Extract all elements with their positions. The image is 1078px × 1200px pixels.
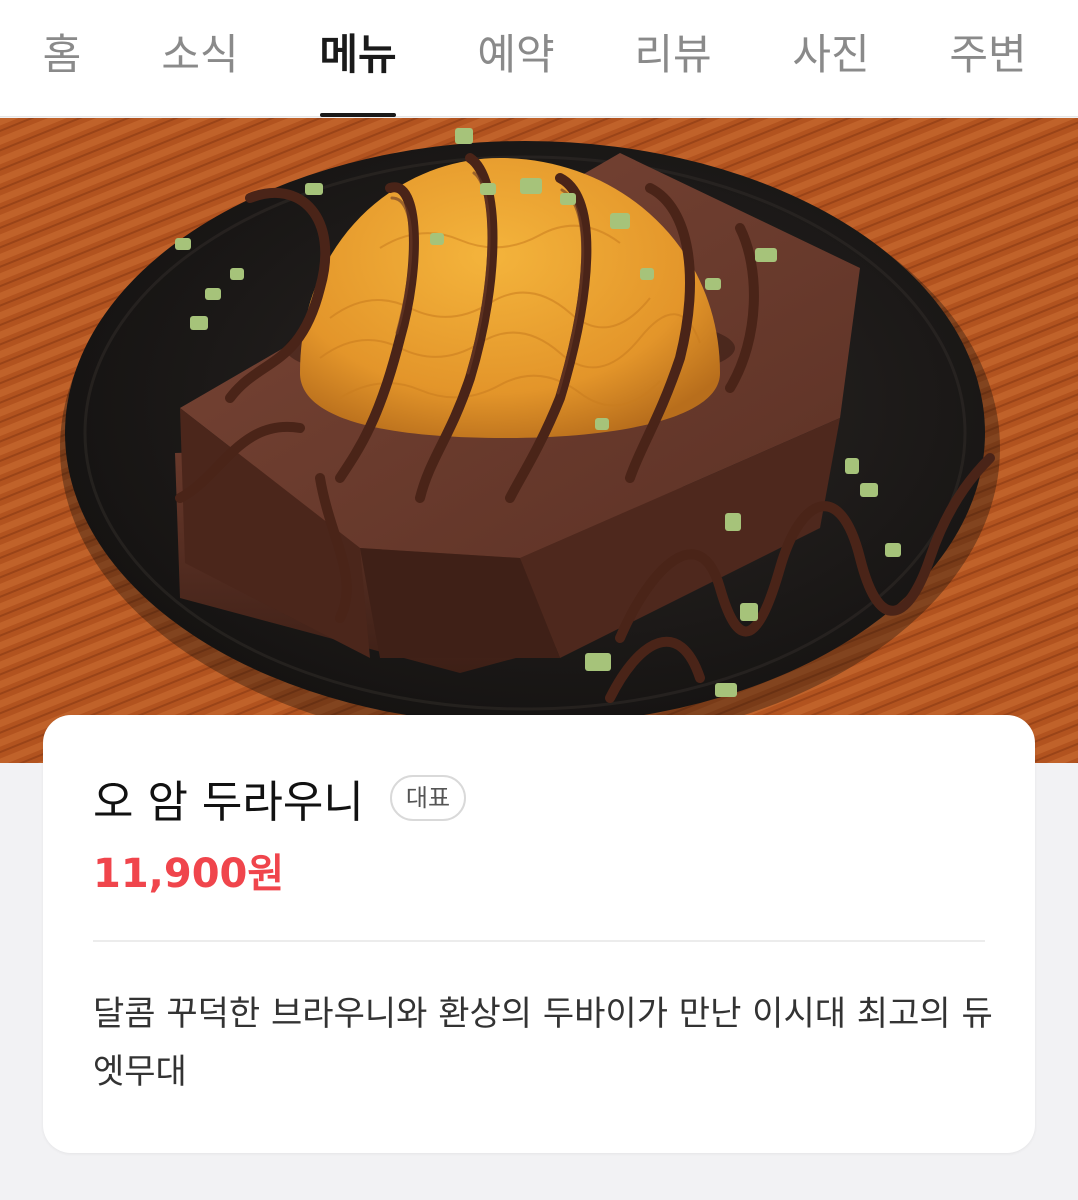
signature-badge: 대표 bbox=[389, 775, 467, 821]
menu-item-card[interactable]: 오 암 두라우니 대표 11,900원 달콤 꾸덕한 브라우니와 환상의 두바이… bbox=[43, 715, 1035, 1153]
tab-photos[interactable]: 사진 bbox=[771, 0, 891, 117]
tab-nearby[interactable]: 주변 bbox=[928, 0, 1048, 117]
tab-menu[interactable]: 메뉴 bbox=[298, 0, 418, 117]
tab-reservation[interactable]: 예약 bbox=[456, 0, 576, 117]
tab-bar: 홈 소식 메뉴 예약 리뷰 사진 주변 bbox=[0, 0, 1078, 117]
tab-home[interactable]: 홈 bbox=[2, 0, 122, 117]
active-tab-indicator bbox=[320, 113, 396, 117]
menu-photo[interactable] bbox=[0, 118, 1078, 763]
tab-news[interactable]: 소식 bbox=[140, 0, 260, 117]
title-row: 오 암 두라우니 대표 bbox=[93, 763, 467, 833]
menu-item-title: 오 암 두라우니 bbox=[93, 777, 364, 828]
brownie-photo bbox=[0, 118, 1078, 763]
divider bbox=[93, 940, 985, 942]
menu-item-description: 달콤 꾸덕한 브라우니와 환상의 두바이가 만난 이시대 최고의 듀엣무대 bbox=[93, 994, 993, 1092]
tab-reviews[interactable]: 리뷰 bbox=[613, 0, 733, 117]
menu-item-price: 11,900원 bbox=[93, 851, 285, 897]
